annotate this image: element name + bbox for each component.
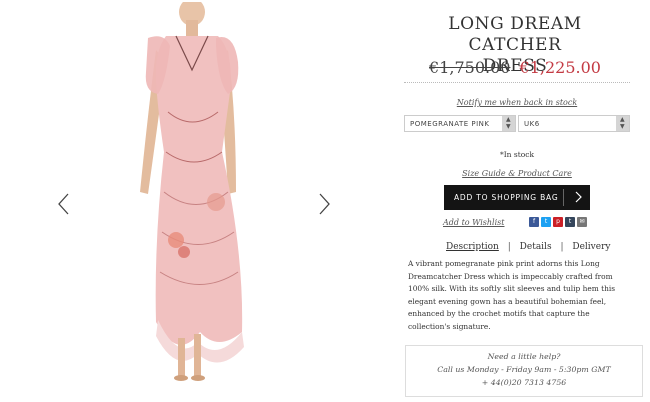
button-divider	[563, 189, 564, 206]
color-select[interactable]: POMEGRANATE PINK ▲ ▼	[404, 115, 516, 132]
product-description: A vibrant pomegranate pink print adorns …	[408, 259, 615, 331]
help-box: Need a little help? Call us Monday - Fri…	[405, 345, 643, 397]
size-select-value: UK6	[524, 120, 540, 128]
tab-description[interactable]: Description	[446, 242, 499, 252]
help-heading: Need a little help?	[487, 352, 561, 361]
add-to-bag-label: ADD TO SHOPPING BAG	[454, 193, 559, 202]
divider	[404, 82, 630, 83]
tab-delivery[interactable]: Delivery	[572, 242, 610, 252]
select-arrows-icon: ▲ ▼	[616, 116, 629, 131]
pinterest-icon[interactable]: p	[553, 217, 563, 227]
chevron-right-icon	[575, 191, 582, 203]
tab-details[interactable]: Details	[520, 242, 552, 252]
tumblr-icon[interactable]: t	[565, 217, 575, 227]
product-image	[118, 2, 268, 386]
tab-separator: |	[507, 242, 511, 252]
size-guide-link[interactable]: Size Guide & Product Care	[402, 169, 632, 178]
sale-price: €1,225.00	[519, 58, 601, 77]
email-icon[interactable]: ✉	[577, 217, 587, 227]
tab-separator: |	[560, 242, 564, 252]
add-to-wishlist-link[interactable]: Add to Wishlist	[443, 218, 504, 227]
notify-link[interactable]: Notify me when back in stock	[402, 98, 632, 107]
original-price: €1,750.00	[429, 58, 511, 77]
chevron-left-icon[interactable]	[56, 193, 72, 215]
size-select[interactable]: UK6 ▲ ▼	[518, 115, 630, 132]
social-share: f t p t ✉	[529, 217, 587, 227]
product-gallery	[0, 0, 390, 402]
color-select-value: POMEGRANATE PINK	[410, 120, 490, 128]
twitter-icon[interactable]: t	[541, 217, 551, 227]
select-arrows-icon: ▲ ▼	[502, 116, 515, 131]
add-to-bag-button[interactable]: ADD TO SHOPPING BAG	[444, 185, 590, 210]
price-row: €1,750.00 €1,225.00	[402, 58, 628, 77]
help-phone[interactable]: + 44(0)20 7313 4756	[406, 376, 642, 389]
info-tabs: Description | Details | Delivery	[446, 242, 610, 252]
help-hours: Call us Monday - Friday 9am - 5:30pm GMT	[437, 365, 611, 374]
product-title-line1: LONG DREAM CATCHER	[448, 14, 582, 55]
stock-status: *In stock	[499, 150, 535, 159]
facebook-icon[interactable]: f	[529, 217, 539, 227]
chevron-right-icon[interactable]	[316, 193, 332, 215]
